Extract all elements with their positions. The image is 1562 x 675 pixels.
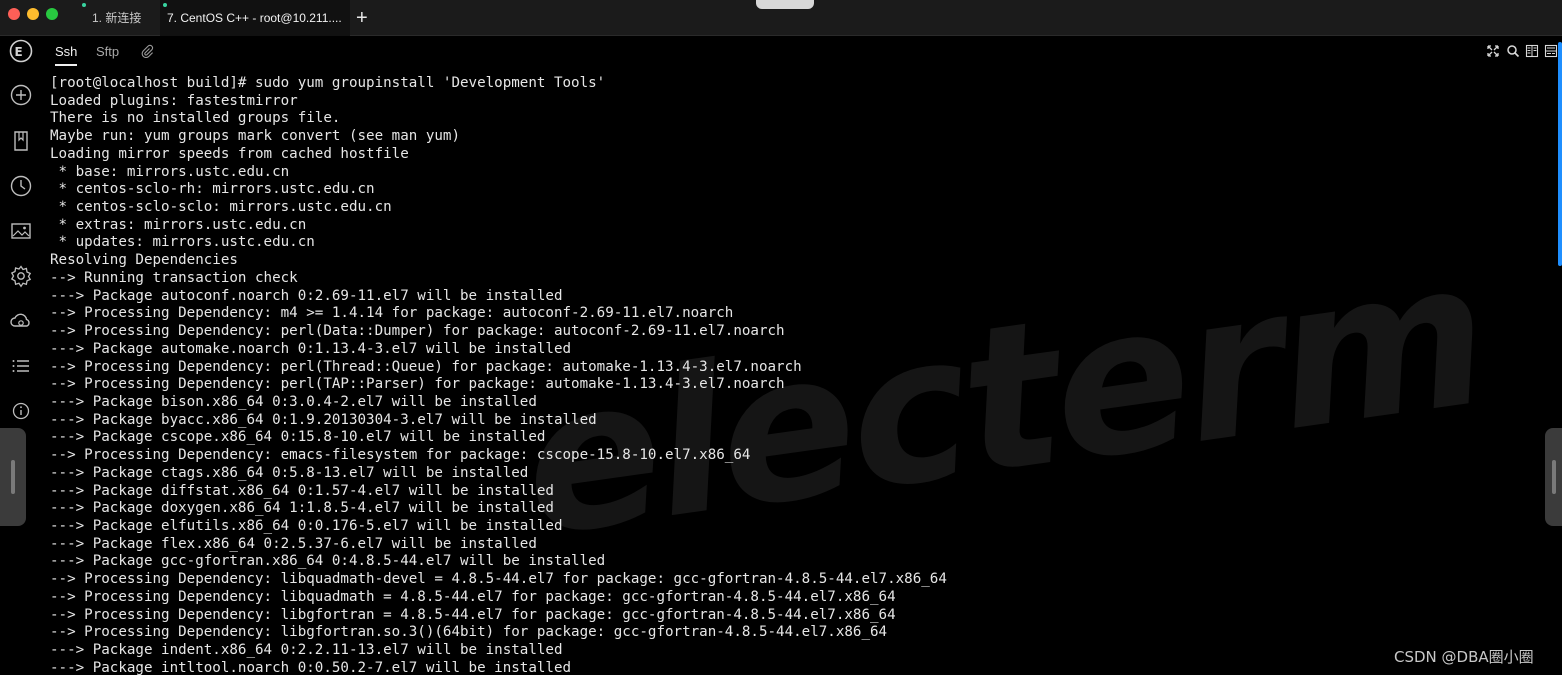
terminal-line: * centos-sclo-rh: mirrors.ustc.edu.cn (50, 181, 375, 198)
terminal-line: ---> Package bison.x86_64 0:3.0.4-2.el7 … (50, 393, 537, 410)
terminal-line: ---> Package gcc-gfortran.x86_64 0:4.8.5… (50, 553, 606, 570)
terminal-line: --> Processing Dependency: m4 >= 1.4.14 … (50, 305, 734, 322)
terminal-line: Resolving Dependencies (50, 252, 238, 269)
search-icon[interactable] (1506, 44, 1520, 58)
title-bar: 1. 新连接 7. CentOS C++ - root@10.211.... + (0, 0, 1562, 36)
terminal-line: ---> Package intltool.noarch 0:0.50.2-7.… (50, 659, 572, 675)
terminal-line: --> Processing Dependency: perl(TAP::Par… (50, 376, 785, 393)
terminal-line: ---> Package autoconf.noarch 0:2.69-11.e… (50, 287, 563, 304)
tab-centos-session[interactable]: 7. CentOS C++ - root@10.211.... (160, 0, 350, 36)
session-subtabs: Ssh Sftp (42, 36, 1562, 68)
terminal-line: ---> Package diffstat.x86_64 0:1.57-4.el… (50, 482, 554, 499)
settings-icon[interactable] (8, 263, 34, 289)
terminal-line: --> Running transaction check (50, 269, 298, 286)
terminal-line: * centos-sclo-sclo: mirrors.ustc.edu.cn (50, 199, 392, 216)
electerm-logo-icon[interactable]: E (8, 38, 34, 64)
terminal-line: --> Processing Dependency: perl(Data::Du… (50, 323, 785, 340)
terminal-line: ---> Package automake.noarch 0:1.13.4-3.… (50, 340, 572, 357)
history-icon[interactable] (8, 173, 34, 199)
info-icon[interactable] (8, 398, 34, 424)
tab-label: 7. CentOS C++ - root@10.211.... (167, 11, 342, 25)
terminal-line: [root@localhost build]# sudo yum groupin… (50, 75, 606, 91)
tab-new-connection[interactable]: 1. 新连接 (82, 0, 158, 36)
electerm-window: 1. 新连接 7. CentOS C++ - root@10.211.... +… (0, 0, 1562, 675)
terminal-scrollbar[interactable] (1558, 42, 1562, 266)
add-bookmark-icon[interactable] (8, 82, 34, 108)
tab-status-dot (82, 3, 86, 7)
tab-label: 1. 新连接 (92, 11, 142, 25)
svg-text:E: E (15, 45, 23, 59)
terminal-line: Loading mirror speeds from cached hostfi… (50, 145, 409, 162)
sidebar-drag-handle[interactable] (0, 428, 26, 526)
split-horizontal-icon[interactable] (1544, 44, 1558, 58)
paperclip-icon[interactable] (140, 44, 154, 59)
right-panel-drag-handle[interactable] (1545, 428, 1562, 526)
sidebar: E (0, 36, 42, 675)
tab-status-dot (163, 3, 167, 7)
terminal-line: * extras: mirrors.ustc.edu.cn (50, 216, 307, 233)
csdn-credit-watermark: CSDN @DBA圈小圈 (1394, 648, 1534, 666)
fullscreen-icon[interactable] (1486, 44, 1500, 58)
terminal-line: ---> Package byacc.x86_64 0:1.9.20130304… (50, 411, 597, 428)
terminal-line: --> Processing Dependency: perl(Thread::… (50, 358, 802, 375)
terminal[interactable]: electerm [root@localhost build]# sudo yu… (42, 68, 1558, 675)
terminal-line: ---> Package elfutils.x86_64 0:0.176-5.e… (50, 517, 563, 534)
batch-list-icon[interactable] (8, 353, 34, 379)
terminal-line: ---> Package indent.x86_64 0:2.2.11-13.e… (50, 642, 563, 658)
window-close-button[interactable] (8, 8, 20, 20)
window-maximize-button[interactable] (46, 8, 58, 20)
terminal-line: Maybe run: yum groups mark convert (see … (50, 128, 460, 145)
split-vertical-icon[interactable] (1525, 44, 1539, 58)
terminal-line: ---> Package cscope.x86_64 0:15.8-10.el7… (50, 429, 546, 446)
terminal-line: --> Processing Dependency: libquadmath-d… (50, 571, 947, 588)
tab-ssh[interactable]: Ssh (55, 44, 78, 66)
window-notch (756, 0, 814, 9)
terminal-line: ---> Package ctags.x86_64 0:5.8-13.el7 w… (50, 464, 529, 481)
image-icon[interactable] (8, 218, 34, 244)
cloud-sync-icon[interactable] (8, 308, 34, 334)
terminal-line: * updates: mirrors.ustc.edu.cn (50, 234, 315, 251)
terminal-line: --> Processing Dependency: libquadmath =… (50, 588, 896, 605)
terminal-line: --> Processing Dependency: libgfortran.s… (50, 624, 888, 641)
tab-sftp[interactable]: Sftp (96, 44, 119, 59)
new-tab-button[interactable]: + (356, 5, 368, 31)
terminal-line: ---> Package flex.x86_64 0:2.5.37-6.el7 … (50, 535, 537, 552)
terminal-line: --> Processing Dependency: emacs-filesys… (50, 447, 751, 464)
terminal-output: [root@localhost build]# sudo yum groupin… (50, 75, 947, 675)
bookmarks-icon[interactable] (8, 128, 34, 154)
terminal-line: Loaded plugins: fastestmirror (50, 92, 298, 109)
terminal-line: There is no installed groups file. (50, 110, 341, 127)
terminal-line: --> Processing Dependency: libgfortran =… (50, 606, 896, 623)
terminal-line: * base: mirrors.ustc.edu.cn (50, 163, 290, 180)
terminal-line: ---> Package doxygen.x86_64 1:1.8.5-4.el… (50, 500, 554, 517)
window-minimize-button[interactable] (27, 8, 39, 20)
